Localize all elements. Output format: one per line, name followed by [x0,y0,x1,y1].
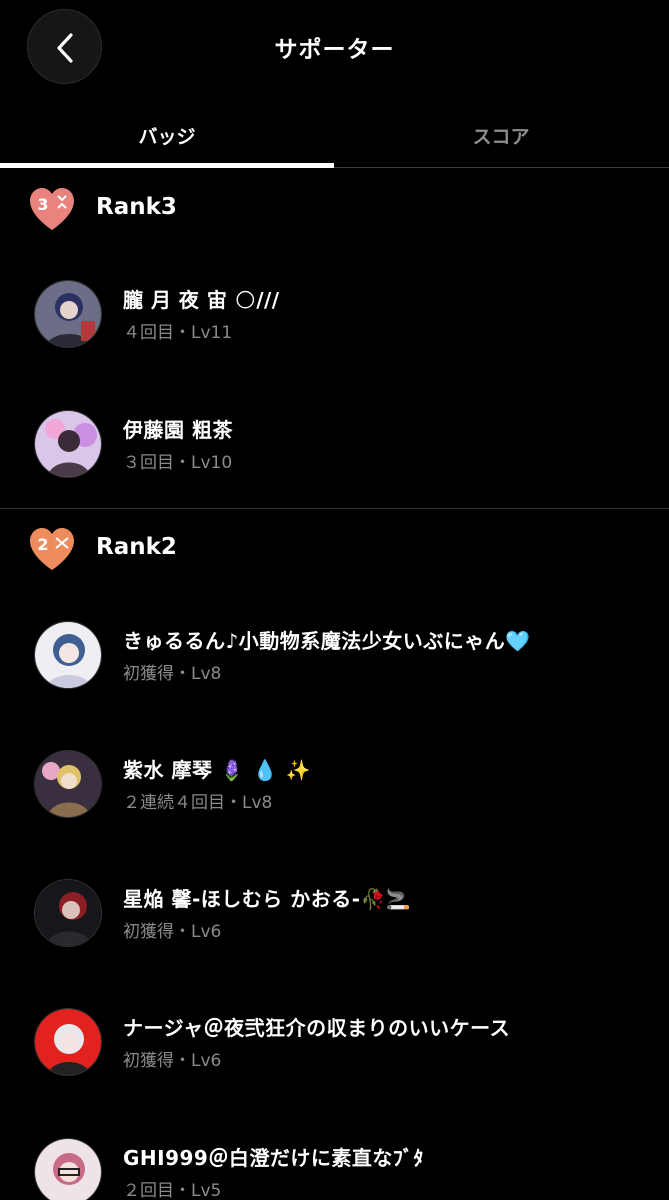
supporter-name: きゅるるん♪小動物系魔法少女いぶにゃん🩵 [123,629,531,653]
supporter-row[interactable]: 紫水 摩琴 🪻 💧 ✨ ２連続４回目・Lv8 [0,750,669,830]
supporter-meta: ３回目・Lv10 [123,453,233,473]
tab-badge[interactable]: バッジ [0,122,334,149]
supporter-row[interactable]: 朧 月 夜 宙 🌕/// ４回目・Lv11 [0,280,669,360]
supporter-meta: 初獲得・Lv6 [123,922,222,942]
supporter-meta: ４回目・Lv11 [123,323,233,343]
supporter-row[interactable]: GHI999＠白澄だけに素直なﾌﾞﾀ ２回目・Lv5 [0,1138,669,1200]
supporter-name: ナージャ＠夜弐狂介の収まりのいいケース [123,1016,511,1040]
page-title: サポーター [274,37,395,63]
rank2-heart-icon: 2 [30,528,74,570]
avatar [34,1008,102,1076]
avatar [34,879,102,947]
avatar [34,1138,102,1200]
supporter-row[interactable]: 伊藤園 粗茶 ３回目・Lv10 [0,410,669,490]
supporter-meta: 初獲得・Lv8 [123,664,222,684]
rank3-badge-number: 3 [37,195,48,214]
rank3-heart-icon: 3 [30,188,74,230]
avatar [34,621,102,689]
supporter-row[interactable]: 星焔 馨-ほしむら かおる-🥀🚬 初獲得・Lv6 [0,879,669,959]
supporter-meta: ２回目・Lv5 [123,1181,222,1200]
avatar [34,750,102,818]
rank2-label: Rank2 [96,534,177,560]
avatar [34,280,102,348]
supporter-row[interactable]: ナージャ＠夜弐狂介の収まりのいいケース 初獲得・Lv6 [0,1008,669,1088]
supporter-name: GHI999＠白澄だけに素直なﾌﾞﾀ [123,1146,424,1170]
header: サポーター [0,0,669,92]
supporter-name: 紫水 摩琴 🪻 💧 ✨ [123,758,312,782]
supporter-name: 星焔 馨-ほしむら かおる-🥀🚬 [123,887,412,911]
supporter-row[interactable]: きゅるるん♪小動物系魔法少女いぶにゃん🩵 初獲得・Lv8 [0,621,669,701]
rank3-label: Rank3 [96,194,177,220]
section-divider [0,508,669,509]
supporter-meta: ２連続４回目・Lv8 [123,793,273,813]
tab-score[interactable]: スコア [334,122,668,149]
tab-active-indicator [0,163,334,168]
avatar [34,410,102,478]
rank2-badge-number: 2 [37,535,48,554]
tab-bar: バッジ スコア [0,108,669,168]
supporter-meta: 初獲得・Lv6 [123,1051,222,1071]
supporter-name: 朧 月 夜 宙 🌕/// [123,288,280,312]
supporter-name: 伊藤園 粗茶 [123,418,233,442]
